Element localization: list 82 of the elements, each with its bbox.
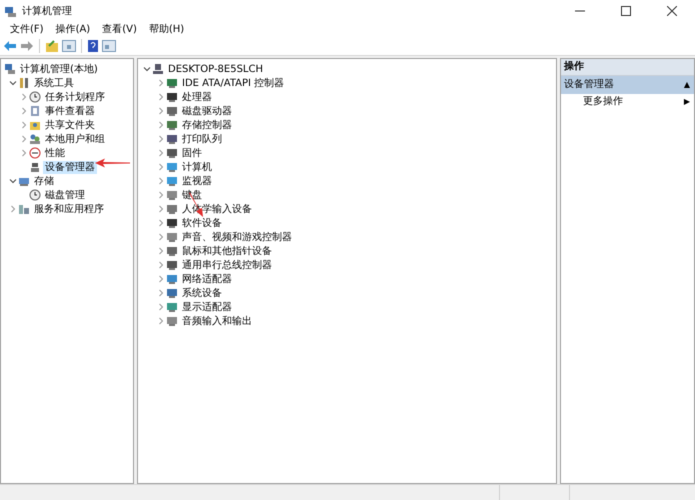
expander-icon[interactable] bbox=[8, 176, 18, 186]
device-icon bbox=[166, 189, 178, 201]
device-icon bbox=[166, 273, 178, 285]
device-icon bbox=[166, 259, 178, 271]
tree-item[interactable]: 软件设备 bbox=[180, 216, 224, 230]
tree-item[interactable]: 处理器 bbox=[180, 90, 214, 104]
pane-header: 操作 bbox=[561, 59, 694, 76]
tree-icon bbox=[29, 119, 41, 131]
maximize-icon bbox=[621, 6, 631, 16]
back-icon[interactable] bbox=[3, 40, 17, 52]
menu-item[interactable]: 查看(V) bbox=[96, 22, 143, 36]
tree-item[interactable]: 性能 bbox=[43, 146, 67, 160]
device-icon bbox=[166, 133, 178, 145]
device-icon bbox=[166, 119, 178, 131]
folder-icon[interactable] bbox=[45, 39, 59, 53]
tree-item[interactable]: 事件查看器 bbox=[43, 104, 97, 118]
tree-item[interactable]: 打印队列 bbox=[180, 132, 224, 146]
device-icon bbox=[166, 245, 178, 257]
tree-icon bbox=[29, 133, 41, 145]
tree-item[interactable]: 音频输入和输出 bbox=[180, 314, 254, 328]
arrow-annotation bbox=[95, 158, 131, 168]
submenu-arrow[interactable]: ▶ bbox=[684, 94, 690, 109]
tree-item[interactable]: 系统设备 bbox=[180, 286, 224, 300]
tree-item[interactable]: 存储 bbox=[32, 174, 56, 188]
tree-icon bbox=[18, 203, 30, 215]
forward-icon[interactable] bbox=[20, 40, 34, 52]
tree-item[interactable]: DESKTOP-8E5SLCH bbox=[166, 62, 266, 76]
expander-icon[interactable] bbox=[8, 78, 18, 88]
tree-icon bbox=[29, 91, 41, 103]
tree-icon bbox=[18, 175, 30, 187]
device-icon bbox=[166, 287, 178, 299]
device-icon bbox=[166, 315, 178, 327]
tree-item[interactable]: 服务和应用程序 bbox=[32, 202, 106, 216]
tree-item[interactable]: 计算机管理(本地) bbox=[18, 62, 100, 76]
tree-icon bbox=[29, 161, 41, 173]
device-icon bbox=[166, 217, 178, 229]
tree-item[interactable]: 存储控制器 bbox=[180, 118, 234, 132]
tree-item[interactable]: 计算机 bbox=[180, 160, 214, 174]
section-title: 设备管理器 bbox=[564, 78, 614, 92]
computer-icon bbox=[152, 63, 164, 75]
device-icon bbox=[166, 175, 178, 187]
close-icon bbox=[667, 6, 677, 16]
window-title: 计算机管理 bbox=[22, 4, 72, 18]
tree-item[interactable]: 设备管理器 bbox=[43, 160, 97, 174]
tree-icon bbox=[29, 105, 41, 117]
tree-item[interactable]: 本地用户和组 bbox=[43, 132, 107, 146]
pane-icon[interactable] bbox=[62, 39, 76, 53]
device-icon bbox=[166, 231, 178, 243]
device-icon bbox=[166, 77, 178, 89]
tree-item[interactable]: IDE ATA/ATAPI 控制器 bbox=[180, 76, 286, 90]
action-section[interactable]: 设备管理器 ▲ bbox=[561, 76, 694, 94]
device-icon bbox=[166, 91, 178, 103]
device-icon bbox=[166, 105, 178, 117]
device-icon bbox=[166, 147, 178, 159]
tree-icon bbox=[29, 189, 41, 201]
action-link[interactable]: 更多操作 bbox=[583, 94, 623, 109]
tree-item[interactable]: 通用串行总线控制器 bbox=[180, 258, 274, 272]
collapse-toggle[interactable]: ▲ bbox=[684, 77, 690, 93]
device-icon bbox=[166, 301, 178, 313]
tree-item[interactable]: 键盘 bbox=[180, 188, 204, 202]
tree-item[interactable]: 固件 bbox=[180, 146, 204, 160]
tree-item[interactable]: 任务计划程序 bbox=[43, 90, 107, 104]
tree-item[interactable]: 系统工具 bbox=[32, 76, 76, 90]
device-icon bbox=[166, 203, 178, 215]
menu-item[interactable]: 操作(A) bbox=[50, 22, 96, 36]
app-icon bbox=[4, 4, 17, 18]
tree-item[interactable]: 磁盘管理 bbox=[43, 188, 87, 202]
tree-item[interactable]: 磁盘驱动器 bbox=[180, 104, 234, 118]
tree-item[interactable]: 监视器 bbox=[180, 174, 214, 188]
tree-icon bbox=[18, 77, 30, 89]
tree-item[interactable]: 鼠标和其他指针设备 bbox=[180, 244, 274, 258]
help-icon[interactable] bbox=[87, 39, 99, 53]
tree-item[interactable]: 共享文件夹 bbox=[43, 118, 97, 132]
menu-item[interactable]: 帮助(H) bbox=[142, 22, 190, 36]
tree-item[interactable]: 网络适配器 bbox=[180, 272, 234, 286]
menu-item[interactable]: 文件(F) bbox=[4, 22, 50, 36]
device-icon bbox=[166, 161, 178, 173]
tree-item[interactable]: 显示适配器 bbox=[180, 300, 234, 314]
tree-item[interactable]: 声音、视频和游戏控制器 bbox=[180, 230, 294, 244]
tree-icon bbox=[29, 147, 41, 159]
expander-icon[interactable] bbox=[142, 64, 152, 74]
computer-icon bbox=[4, 63, 16, 75]
